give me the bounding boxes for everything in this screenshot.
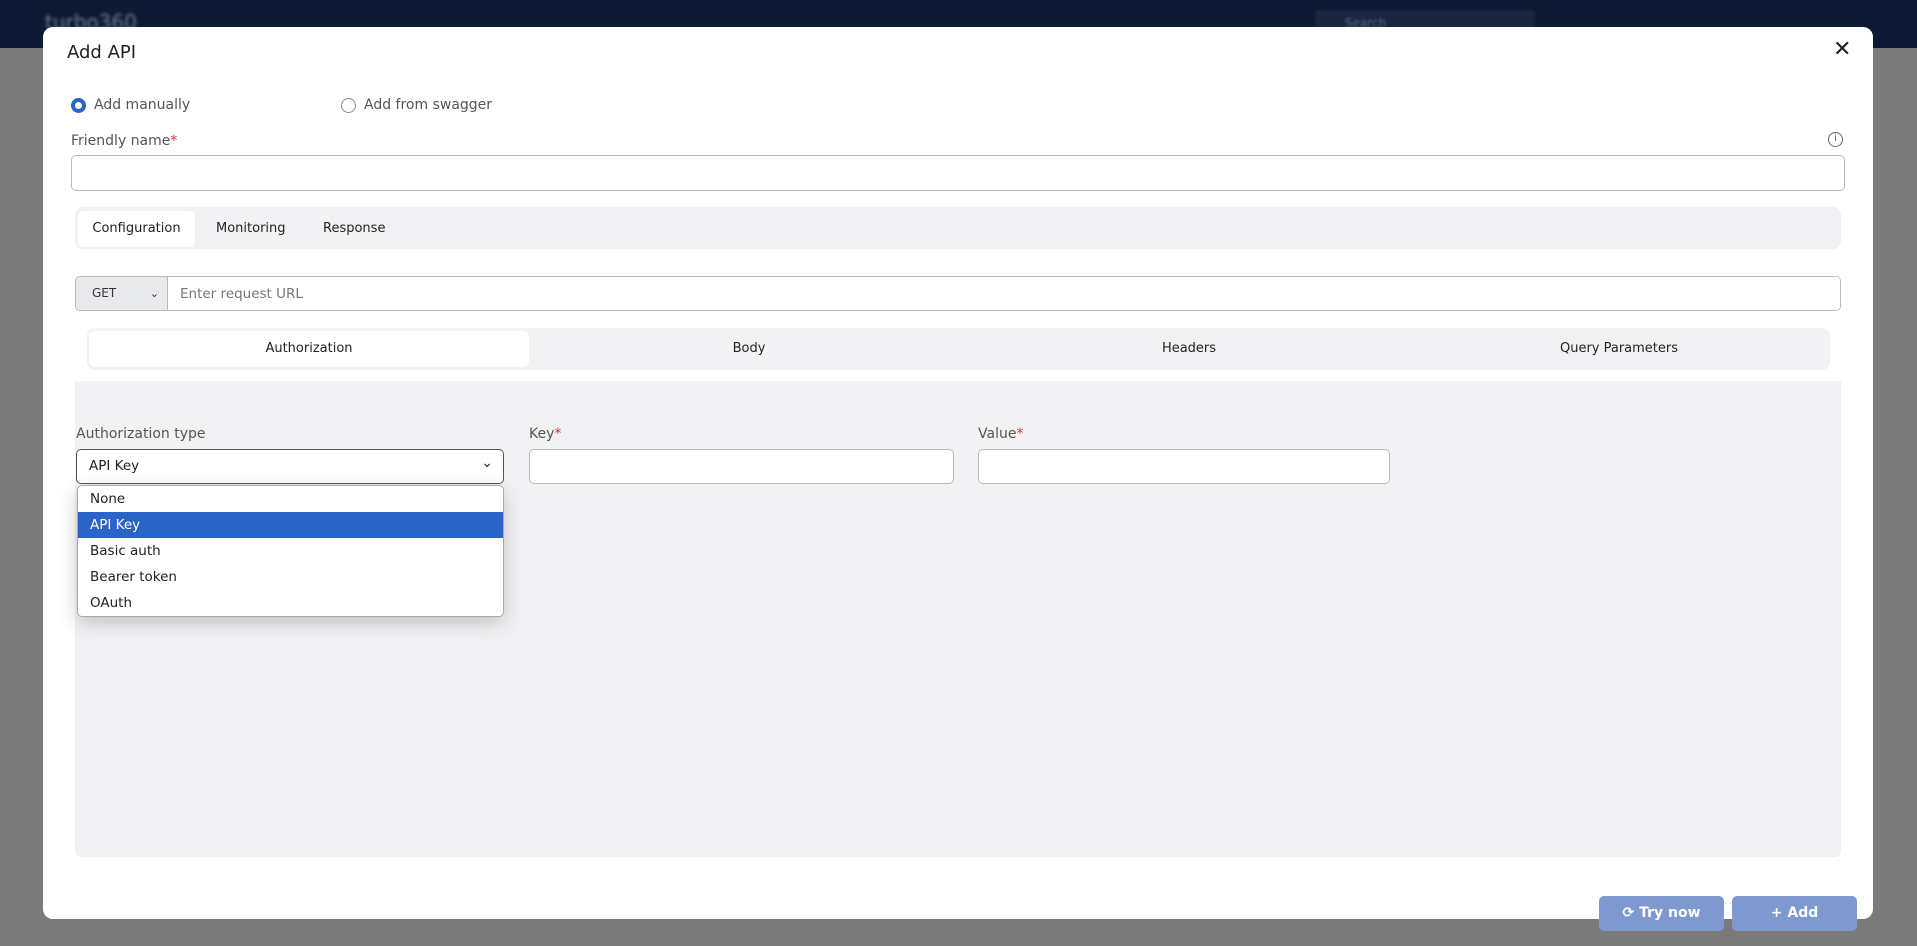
value-label: Value*	[978, 426, 1024, 442]
tab-response[interactable]: Response	[311, 211, 397, 247]
subtab-authorization[interactable]: Authorization	[89, 331, 529, 367]
authorization-panel: Authorization type API Key ⌄ Key* Value*…	[75, 381, 1841, 857]
authorization-type-label: Authorization type	[76, 426, 206, 442]
key-input[interactable]	[529, 449, 954, 484]
radio-add-manually[interactable]: Add manually	[71, 97, 190, 113]
chevron-down-icon: ⌄	[481, 455, 493, 471]
subtab-query-parameters[interactable]: Query Parameters	[1409, 328, 1829, 370]
option-oauth[interactable]: OAuth	[78, 590, 503, 616]
value-input[interactable]	[978, 449, 1390, 484]
radio-selected-icon	[71, 97, 86, 113]
radio-label: Add manually	[94, 97, 191, 113]
radio-unselected-icon	[341, 97, 356, 113]
tab-monitoring[interactable]: Monitoring	[204, 211, 298, 247]
radio-label: Add from swagger	[364, 97, 493, 113]
tab-configuration[interactable]: Configuration	[78, 211, 195, 247]
key-label: Key*	[529, 426, 562, 442]
close-icon[interactable]: ✕	[1833, 37, 1851, 62]
option-basic-auth[interactable]: Basic auth	[78, 538, 503, 564]
authorization-type-select[interactable]: API Key ⌄	[76, 449, 504, 484]
chevron-down-icon: ⌄	[149, 287, 159, 300]
add-button[interactable]: + Add	[1732, 896, 1857, 931]
request-row: GET ⌄	[75, 276, 1841, 311]
friendly-name-label: Friendly name*	[71, 133, 178, 149]
main-tabs: Configuration Monitoring Response	[75, 207, 1841, 249]
method-select[interactable]: GET ⌄	[76, 277, 168, 310]
option-none[interactable]: None	[78, 486, 503, 512]
authorization-type-dropdown: None API Key Basic auth Bearer token OAu…	[77, 485, 504, 617]
radio-add-from-swagger[interactable]: Add from swagger	[341, 97, 492, 113]
info-icon[interactable]: i	[1828, 132, 1843, 147]
plus-icon: +	[1770, 905, 1783, 921]
option-bearer-token[interactable]: Bearer token	[78, 564, 503, 590]
option-api-key[interactable]: API Key	[78, 512, 503, 538]
request-url-input[interactable]	[168, 277, 1840, 310]
friendly-name-input[interactable]	[71, 155, 1845, 191]
try-now-button[interactable]: ⟳ Try now	[1599, 896, 1724, 931]
request-subtabs: Authorization Body Headers Query Paramet…	[87, 328, 1830, 370]
subtab-headers[interactable]: Headers	[969, 328, 1409, 370]
refresh-icon: ⟳	[1622, 905, 1635, 921]
dialog-title: Add API	[67, 42, 137, 63]
subtab-body[interactable]: Body	[529, 328, 969, 370]
add-api-dialog: Add API ✕ Add manually Add from swagger …	[43, 27, 1873, 931]
